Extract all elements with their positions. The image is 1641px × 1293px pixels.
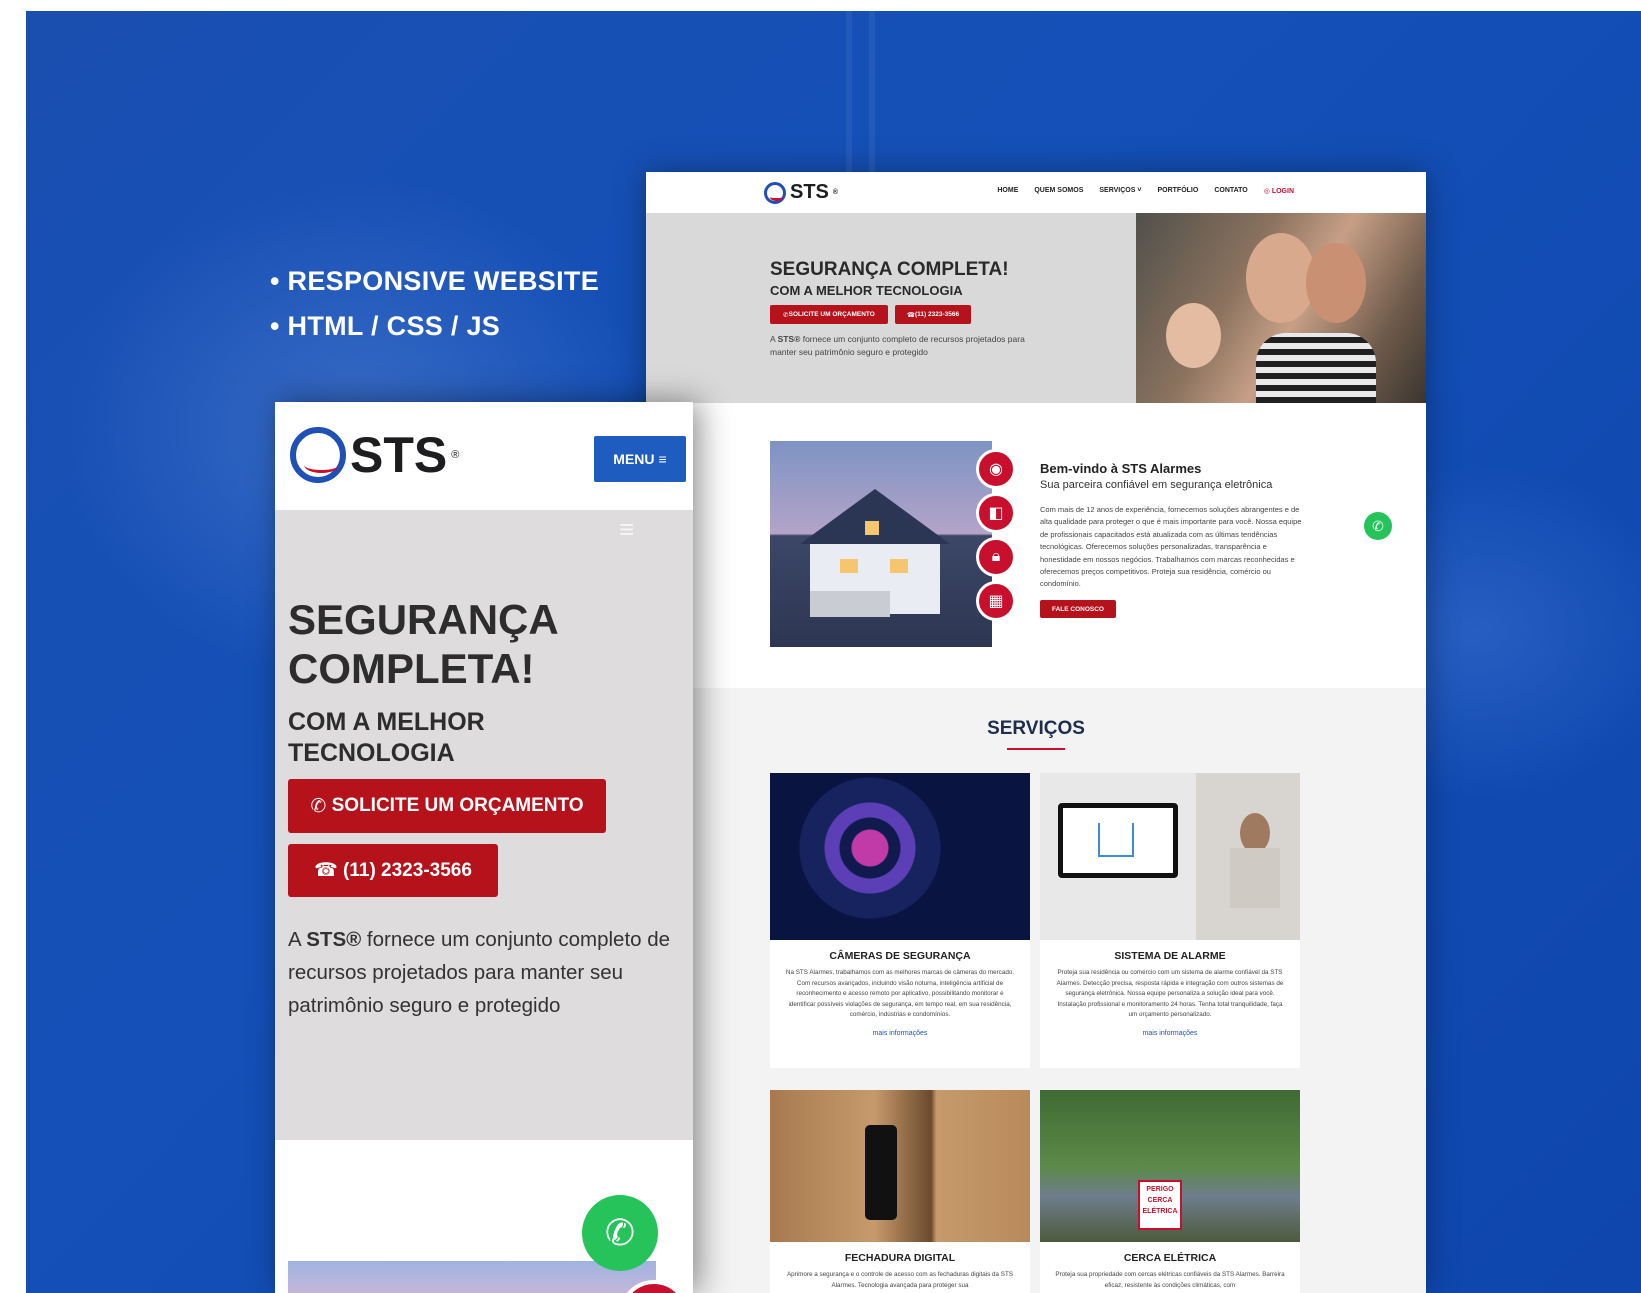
heading-underline [1007, 748, 1065, 750]
logo-mark: ® [451, 449, 460, 461]
promo-bullet-tech: • HTML / CSS / JS [270, 311, 501, 341]
desktop-quote-button[interactable]: ✆ SOLICITE UM ORÇAMENTO [770, 305, 888, 324]
alarm-panel-image [1040, 773, 1300, 940]
welcome-text: Com mais de 12 anos de experiência, forn… [1040, 505, 1302, 589]
desktop-navbar: STS ® HOME QUEM SOMOS SERVIÇOS ˅ PORTFÓL… [646, 172, 1426, 213]
logo-text: STS [350, 427, 448, 483]
mobile-logo[interactable]: STS ® [290, 426, 459, 484]
phone-icon: ☎ [314, 860, 344, 881]
welcome-section: ◉ ◧ 🔒︎ ▦ Bem-vindo à STS Alarmes Sua par… [646, 403, 1426, 688]
desktop-hero: SEGURANÇA COMPLETA! COM A MELHOR TECNOLO… [646, 213, 1426, 403]
card-text: Na STS Alarmes, trabalhamos com as melho… [785, 969, 1015, 1018]
sensor-icon[interactable]: ◧ [976, 493, 1016, 533]
service-card-fence[interactable]: PERIGO CERCA ELÉTRICA CERCA ELÉTRICA Prote… [1040, 1090, 1300, 1293]
card-text: Proteja sua propriedade com cercas elétr… [1055, 1271, 1285, 1289]
house-image [770, 441, 992, 647]
card-text: Proteja sua residência ou comércio com u… [1056, 969, 1284, 1018]
menu-label: MENU [613, 451, 655, 467]
card-title: CÂMERAS DE SEGURANÇA [829, 950, 971, 962]
family-photo [1136, 213, 1426, 403]
logo-mark: ® [832, 189, 839, 196]
digital-lock-image [770, 1090, 1030, 1242]
nav-portfolio[interactable]: PORTFÓLIO [1157, 187, 1198, 195]
fence-icon[interactable]: ▦ [976, 581, 1016, 621]
user-icon: ◎ [1263, 188, 1272, 195]
desktop-logo[interactable]: STS ® [764, 181, 838, 204]
more-info-link[interactable]: mais informações [770, 1030, 1030, 1037]
mobile-hero-subtitle: COM A MELHOR TECNOLOGIA [288, 708, 485, 767]
logo-icon [764, 181, 786, 204]
mobile-mockup: STS ® MENU ≡ ≡ SEGURANÇA COMPLETA! COM A M… [275, 402, 693, 1293]
services-heading: SERVIÇOS [987, 718, 1085, 739]
hamburger-icon[interactable]: ≡ [619, 514, 634, 545]
promo-banner: • RESPONSIVE WEBSITE • HTML / CSS / JS S… [26, 11, 1641, 1293]
logo-text: STS [790, 181, 829, 203]
electric-fence-image: PERIGO CERCA ELÉTRICA [1040, 1090, 1300, 1242]
quote-label: SOLICITE UM ORÇAMENTO [788, 311, 875, 318]
mobile-hero-title: SEGURANÇA COMPLETA! [288, 596, 559, 692]
card-title: FECHADURA DIGITAL [844, 1252, 956, 1264]
desktop-phone-button[interactable]: ☎ (11) 2323-3566 [895, 305, 971, 324]
camera-lens-image [770, 773, 1030, 940]
phone-icon: ☎ [906, 311, 915, 319]
nav-login-label: LOGIN [1271, 188, 1294, 195]
card-text: Aprimore a segurança e o controle de ace… [786, 1271, 1014, 1289]
hamburger-icon: ≡ [658, 451, 667, 467]
whatsapp-float-icon[interactable]: ✆ [582, 1195, 658, 1271]
desktop-hero-text: A STS® fornece um conjunto completo de r… [770, 334, 1025, 357]
nav-home[interactable]: HOME [997, 187, 1018, 195]
mobile-header: STS ® MENU ≡ [275, 402, 693, 510]
nav-contato[interactable]: CONTATO [1214, 187, 1247, 195]
camera-icon[interactable]: ◉ [976, 449, 1016, 489]
desktop-hero-subtitle: COM A MELHOR TECNOLOGIA [770, 283, 963, 298]
phone-label: (11) 2323-3566 [343, 859, 472, 881]
more-info-link[interactable]: mais informações [1040, 1030, 1300, 1037]
nav-servicos[interactable]: SERVIÇOS ˅ [1099, 187, 1141, 195]
nav-quem-somos[interactable]: QUEM SOMOS [1034, 187, 1083, 195]
whatsapp-icon: ✆ [310, 795, 332, 817]
warning-sign: PERIGO CERCA ELÉTRICA [1138, 1180, 1182, 1230]
quote-label: SOLICITE UM ORÇAMENTO [331, 795, 584, 816]
logo-icon [290, 427, 346, 483]
nav-login[interactable]: ◎ LOGIN [1264, 187, 1294, 195]
service-card-cameras[interactable]: CÂMERAS DE SEGURANÇA Na STS Alarmes, tra… [770, 773, 1030, 1068]
contact-button[interactable]: FALE CONOSCO [1040, 600, 1116, 618]
service-card-alarm[interactable]: SISTEMA DE ALARME Proteja sua residência… [1040, 773, 1300, 1068]
mobile-quote-button[interactable]: ✆ SOLICITE UM ORÇAMENTO [288, 779, 606, 833]
phone-label: (11) 2323-3566 [915, 311, 960, 318]
card-title: SISTEMA DE ALARME [1114, 950, 1226, 962]
mobile-hero-text: A STS® fornece um conjunto completo de r… [288, 928, 671, 1017]
desktop-menu: HOME QUEM SOMOS SERVIÇOS ˅ PORTFÓLIO CON… [997, 187, 1294, 195]
lock-icon[interactable]: 🔒︎ [976, 537, 1016, 577]
whatsapp-float-icon[interactable]: ✆ [1364, 512, 1392, 540]
welcome-subtitle: Sua parceira confiável em segurança elet… [1040, 479, 1273, 491]
mobile-hero: ≡ SEGURANÇA COMPLETA! COM A MELHOR TECNOLO… [275, 510, 693, 1140]
desktop-hero-title: SEGURANÇA COMPLETA! [770, 259, 1009, 280]
welcome-title: Bem-vindo à STS Alarmes [1040, 461, 1202, 476]
card-title: CERCA ELÉTRICA [1123, 1252, 1217, 1264]
mobile-phone-button[interactable]: ☎ (11) 2323-3566 [288, 844, 498, 897]
mobile-menu-button[interactable]: MENU ≡ [594, 436, 686, 482]
service-card-lock[interactable]: FECHADURA DIGITAL Aprimore a segurança e… [770, 1090, 1030, 1293]
desktop-mockup: STS ® HOME QUEM SOMOS SERVIÇOS ˅ PORTFÓL… [646, 172, 1426, 1293]
promo-bullet-responsive: • RESPONSIVE WEBSITE [270, 266, 600, 296]
